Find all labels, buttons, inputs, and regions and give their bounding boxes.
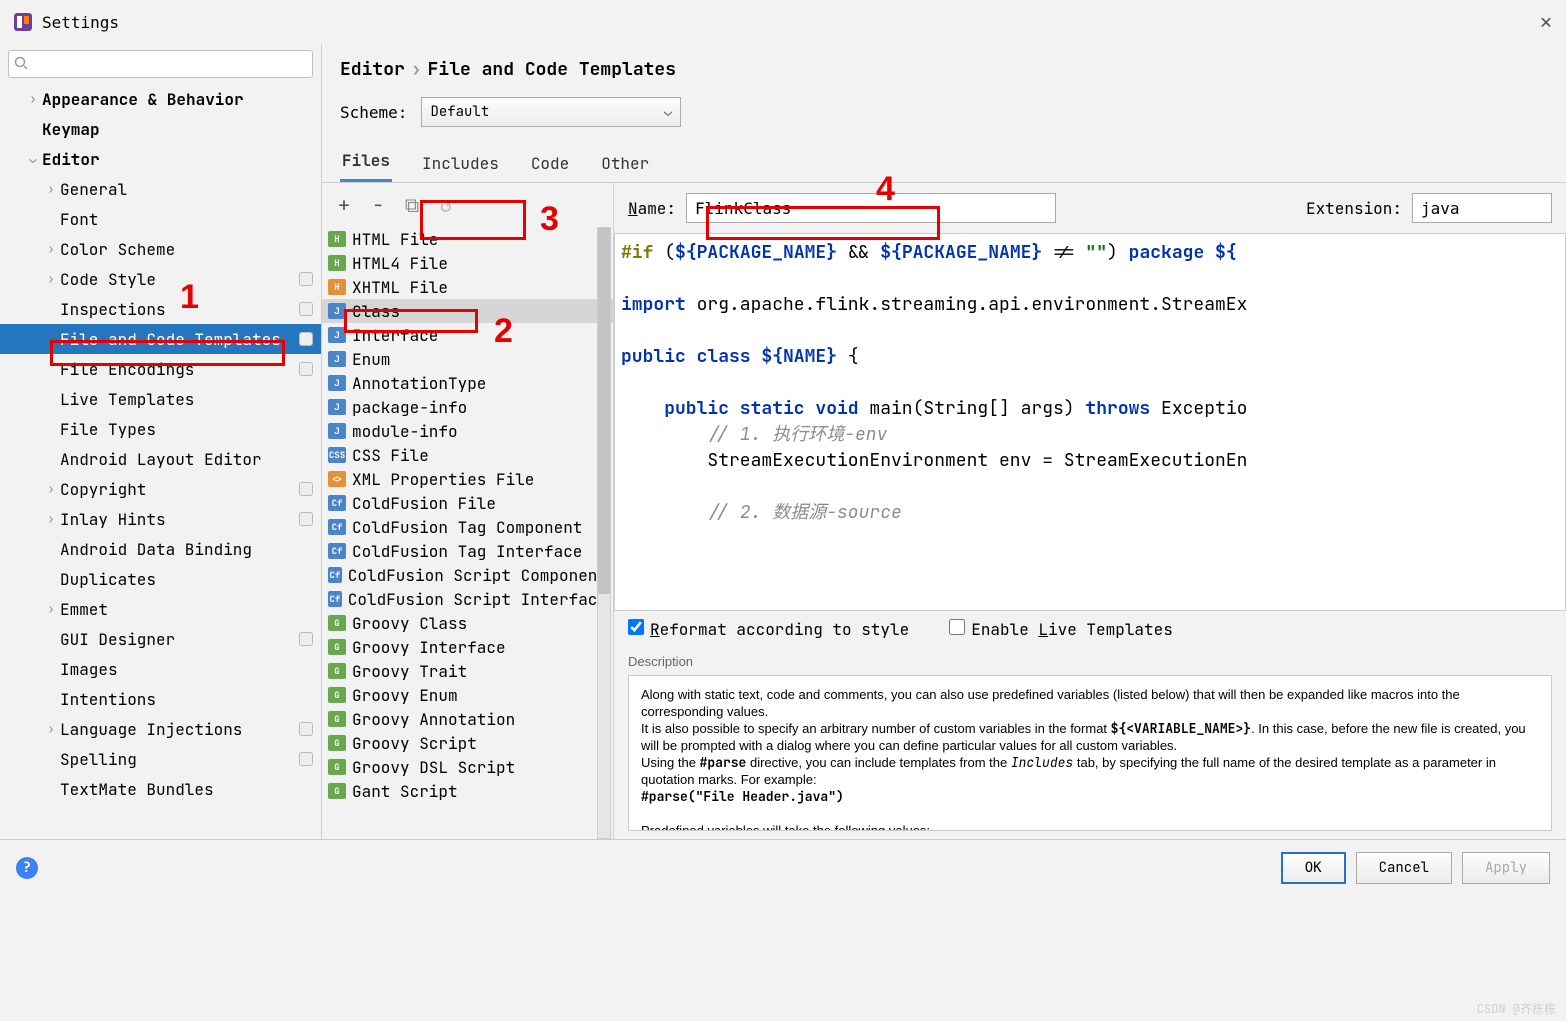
template-item[interactable]: CfColdFusion File	[322, 491, 613, 515]
description-box: Along with static text, code and comment…	[628, 675, 1552, 831]
template-item[interactable]: GGroovy Trait	[322, 659, 613, 683]
sidebar-item[interactable]: ›Emmet	[0, 594, 321, 624]
settings-tree[interactable]: ›Appearance & BehaviorKeymap⌄Editor›Gene…	[0, 84, 321, 839]
watermark: CSDN @齐栋栋	[1477, 1000, 1556, 1017]
template-item[interactable]: HHTML4 File	[322, 251, 613, 275]
name-label: Name:	[628, 198, 676, 219]
sidebar-item[interactable]: ⌄Editor	[0, 144, 321, 174]
template-item[interactable]: GGroovy Interface	[322, 635, 613, 659]
sidebar-item[interactable]: ›Code Style	[0, 264, 321, 294]
template-item[interactable]: JInterface	[322, 323, 613, 347]
sidebar-item[interactable]: ›Copyright	[0, 474, 321, 504]
sidebar-item[interactable]: Intentions	[0, 684, 321, 714]
sidebar-item[interactable]: ›Appearance & Behavior	[0, 84, 321, 114]
template-item[interactable]: CfColdFusion Tag Component	[322, 515, 613, 539]
apply-button[interactable]: Apply	[1462, 852, 1550, 884]
window-title: Settings	[42, 13, 119, 32]
sidebar-item[interactable]: Font	[0, 204, 321, 234]
sidebar-item[interactable]: Duplicates	[0, 564, 321, 594]
sidebar-item[interactable]: Android Layout Editor	[0, 444, 321, 474]
extension-label: Extension:	[1306, 198, 1402, 219]
template-item[interactable]: HHTML File	[322, 227, 613, 251]
remove-button[interactable]: −	[366, 193, 390, 217]
template-item[interactable]: GGroovy Annotation	[322, 707, 613, 731]
enable-live-templates-checkbox[interactable]: Enable Live Templates	[949, 619, 1173, 640]
sidebar-item[interactable]: File and Code Templates	[0, 324, 321, 354]
template-item[interactable]: Jmodule-info	[322, 419, 613, 443]
search-icon	[14, 56, 28, 70]
name-input[interactable]	[686, 193, 1056, 223]
template-item[interactable]: GGroovy Class	[322, 611, 613, 635]
sidebar-item[interactable]: ›Language Injections	[0, 714, 321, 744]
sidebar-item[interactable]: Inspections	[0, 294, 321, 324]
template-item[interactable]: Jpackage-info	[322, 395, 613, 419]
tab-includes[interactable]: Includes	[420, 145, 501, 182]
sidebar-item[interactable]: ›Color Scheme	[0, 234, 321, 264]
sidebar-item[interactable]: File Types	[0, 414, 321, 444]
template-item[interactable]: CfColdFusion Script Interface	[322, 587, 613, 611]
breadcrumb: Editor›File and Code Templates	[322, 44, 1566, 91]
scrollbar[interactable]	[597, 227, 611, 839]
template-item[interactable]: GGroovy DSL Script	[322, 755, 613, 779]
search-input[interactable]	[8, 50, 313, 78]
tab-code[interactable]: Code	[529, 145, 571, 182]
reformat-checkbox[interactable]: Reformat according to style	[628, 619, 909, 640]
tab-other[interactable]: Other	[599, 145, 651, 182]
template-item[interactable]: CfColdFusion Script Component	[322, 563, 613, 587]
chevron-down-icon: ⌄	[664, 103, 672, 121]
sidebar-item[interactable]: Live Templates	[0, 384, 321, 414]
sidebar-item[interactable]: TextMate Bundles	[0, 774, 321, 804]
description-label: Description	[614, 648, 1566, 671]
app-icon	[14, 13, 32, 31]
undo-button[interactable]: ↺	[434, 193, 458, 217]
template-item[interactable]: CSSCSS File	[322, 443, 613, 467]
sidebar-item[interactable]: GUI Designer	[0, 624, 321, 654]
template-item[interactable]: GGroovy Script	[322, 731, 613, 755]
help-button[interactable]: ?	[16, 857, 38, 879]
template-item[interactable]: JEnum	[322, 347, 613, 371]
template-item[interactable]: HXHTML File	[322, 275, 613, 299]
ok-button[interactable]: OK	[1281, 852, 1346, 884]
sidebar-item[interactable]: Android Data Binding	[0, 534, 321, 564]
sidebar-item[interactable]: ›Inlay Hints	[0, 504, 321, 534]
template-item[interactable]: GGant Script	[322, 779, 613, 803]
template-item[interactable]: CfColdFusion Tag Interface	[322, 539, 613, 563]
copy-button[interactable]: ⧉	[400, 193, 424, 217]
template-item[interactable]: JAnnotationType	[322, 371, 613, 395]
tabs: FilesIncludesCodeOther	[322, 147, 1566, 183]
sidebar-item[interactable]: File Encodings	[0, 354, 321, 384]
scheme-select[interactable]: Default⌄	[421, 97, 681, 127]
sidebar-item[interactable]: Spelling	[0, 744, 321, 774]
template-item[interactable]: <>XML Properties File	[322, 467, 613, 491]
sidebar-item[interactable]: ›General	[0, 174, 321, 204]
close-icon[interactable]: ✕	[1540, 9, 1552, 35]
cancel-button[interactable]: Cancel	[1356, 852, 1452, 884]
tab-files[interactable]: Files	[340, 142, 392, 182]
sidebar-item[interactable]: Images	[0, 654, 321, 684]
template-list[interactable]: HHTML FileHHTML4 FileHXHTML FileJClassJI…	[322, 227, 613, 839]
template-item[interactable]: GGroovy Enum	[322, 683, 613, 707]
scheme-label: Scheme:	[340, 103, 407, 122]
template-code-editor[interactable]: #if (${PACKAGE_NAME} && ${PACKAGE_NAME} …	[614, 233, 1566, 611]
add-button[interactable]: +	[332, 193, 356, 217]
extension-input[interactable]	[1412, 193, 1552, 223]
template-item[interactable]: JClass	[322, 299, 613, 323]
sidebar-item[interactable]: Keymap	[0, 114, 321, 144]
